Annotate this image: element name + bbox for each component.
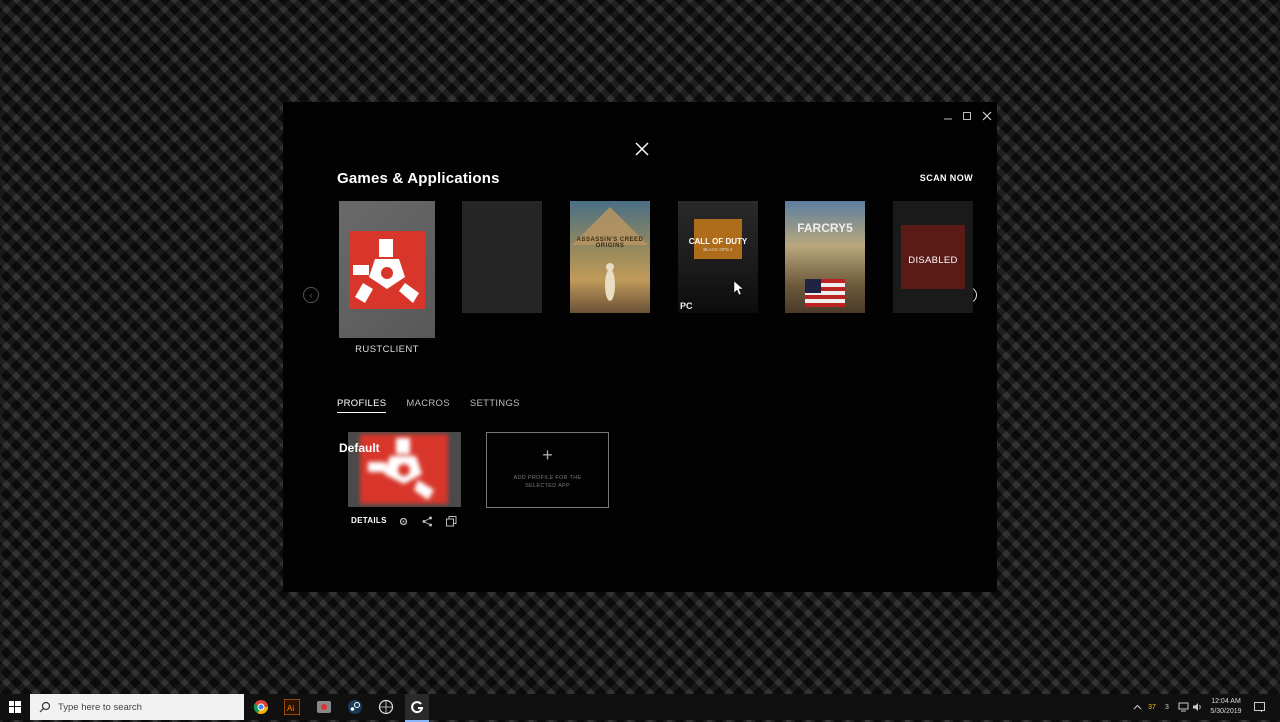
start-button[interactable]	[5, 697, 25, 717]
game-card-disabled[interactable]: DISABLED	[893, 201, 973, 313]
carousel-prev-button[interactable]: ‹	[303, 287, 319, 303]
overlay-close-button[interactable]	[631, 138, 653, 160]
tab-settings[interactable]: SETTINGS	[470, 398, 520, 413]
add-profile-label: ADD PROFILE FOR THE SELECTED APP	[513, 475, 582, 489]
minimize-button[interactable]	[940, 108, 956, 124]
flag-art-icon	[805, 279, 845, 307]
taskbar-steam[interactable]	[345, 697, 365, 717]
game-card-far-cry-5[interactable]: FARCRY5	[785, 201, 865, 313]
volume-icon	[1192, 703, 1201, 711]
taskbar-app[interactable]	[314, 697, 334, 717]
details-button[interactable]: DETAILS	[351, 516, 387, 525]
chevron-up-icon	[1133, 704, 1141, 709]
cursor-icon	[733, 280, 744, 296]
minimize-icon	[944, 118, 952, 120]
tray-expand-button[interactable]	[1131, 701, 1143, 713]
taskbar: Type here to search Ai 37 3 12:04 AM 5/3…	[0, 694, 1280, 722]
gear-icon	[399, 517, 407, 525]
ball-icon	[378, 699, 394, 715]
tray-temp[interactable]: 37	[1146, 701, 1158, 713]
game-card-label: RUSTCLIENT	[355, 344, 419, 355]
scan-now-button[interactable]: SCAN NOW	[920, 173, 973, 183]
taskbar-illustrator[interactable]: Ai	[282, 697, 302, 717]
svg-text:Ai: Ai	[287, 704, 294, 713]
network-icon	[1178, 702, 1188, 712]
tab-macros[interactable]: MACROS	[406, 398, 450, 413]
window-close-button[interactable]	[979, 108, 995, 124]
share-button[interactable]	[420, 514, 434, 528]
action-center-button[interactable]	[1253, 701, 1265, 713]
game-card-assassins-creed[interactable]: ASSASSIN'S CREED ORIGINS	[570, 201, 650, 313]
add-profile-button[interactable]: + ADD PROFILE FOR THE SELECTED APP	[486, 432, 609, 508]
taskbar-search[interactable]: Type here to search	[30, 694, 244, 720]
tray-volume[interactable]	[1191, 701, 1203, 713]
taskbar-app-2[interactable]	[376, 697, 396, 717]
taskbar-logitech-ghub[interactable]	[405, 694, 429, 722]
copy-icon	[445, 515, 456, 526]
game-art-title: ASSASSIN'S CREED ORIGINS	[576, 237, 644, 249]
game-art-title: FARCRY5	[797, 221, 853, 235]
search-icon	[39, 701, 51, 713]
taskbar-clock[interactable]: 12:04 AM 5/30/2019	[1205, 697, 1247, 717]
logitech-g-icon	[411, 701, 424, 714]
ghub-window: Games & Applications SCAN NOW ‹ › RUSTCL…	[283, 102, 997, 592]
tab-profiles[interactable]: PROFILES	[337, 398, 387, 413]
duplicate-button[interactable]	[444, 514, 458, 528]
notification-icon	[1253, 701, 1265, 712]
page-title: Games & Applications	[337, 170, 500, 187]
profile-tabs: PROFILES MACROS SETTINGS	[337, 398, 520, 413]
game-card-call-of-duty[interactable]: CALL OF DUTY BLACK OPS 4 PC	[678, 201, 758, 313]
disabled-label: DISABLED	[908, 255, 958, 266]
rust-logo-icon	[349, 231, 425, 309]
maximize-button[interactable]	[959, 108, 975, 124]
maximize-icon	[963, 112, 971, 120]
close-icon	[635, 142, 649, 156]
close-icon	[982, 111, 992, 121]
game-card-blank[interactable]	[462, 201, 542, 313]
profile-settings-button[interactable]	[396, 514, 410, 528]
game-card-rustclient[interactable]	[339, 201, 435, 338]
profile-name: Default	[339, 441, 380, 455]
tray-count[interactable]: 3	[1161, 701, 1173, 713]
clock-date: 5/30/2019	[1210, 708, 1242, 715]
illustrator-icon: Ai	[284, 699, 300, 715]
steam-icon	[348, 700, 362, 714]
search-placeholder: Type here to search	[58, 701, 142, 713]
taskbar-chrome[interactable]	[251, 697, 271, 717]
chrome-icon	[253, 700, 268, 714]
tray-network[interactable]	[1177, 701, 1189, 713]
windows-icon	[9, 701, 21, 713]
plus-icon: +	[542, 445, 553, 465]
pyramid-art-icon	[572, 207, 648, 301]
chevron-left-icon: ‹	[309, 290, 313, 300]
clock-time: 12:04 AM	[1211, 698, 1241, 705]
share-icon	[422, 516, 432, 526]
app-icon	[317, 701, 331, 713]
